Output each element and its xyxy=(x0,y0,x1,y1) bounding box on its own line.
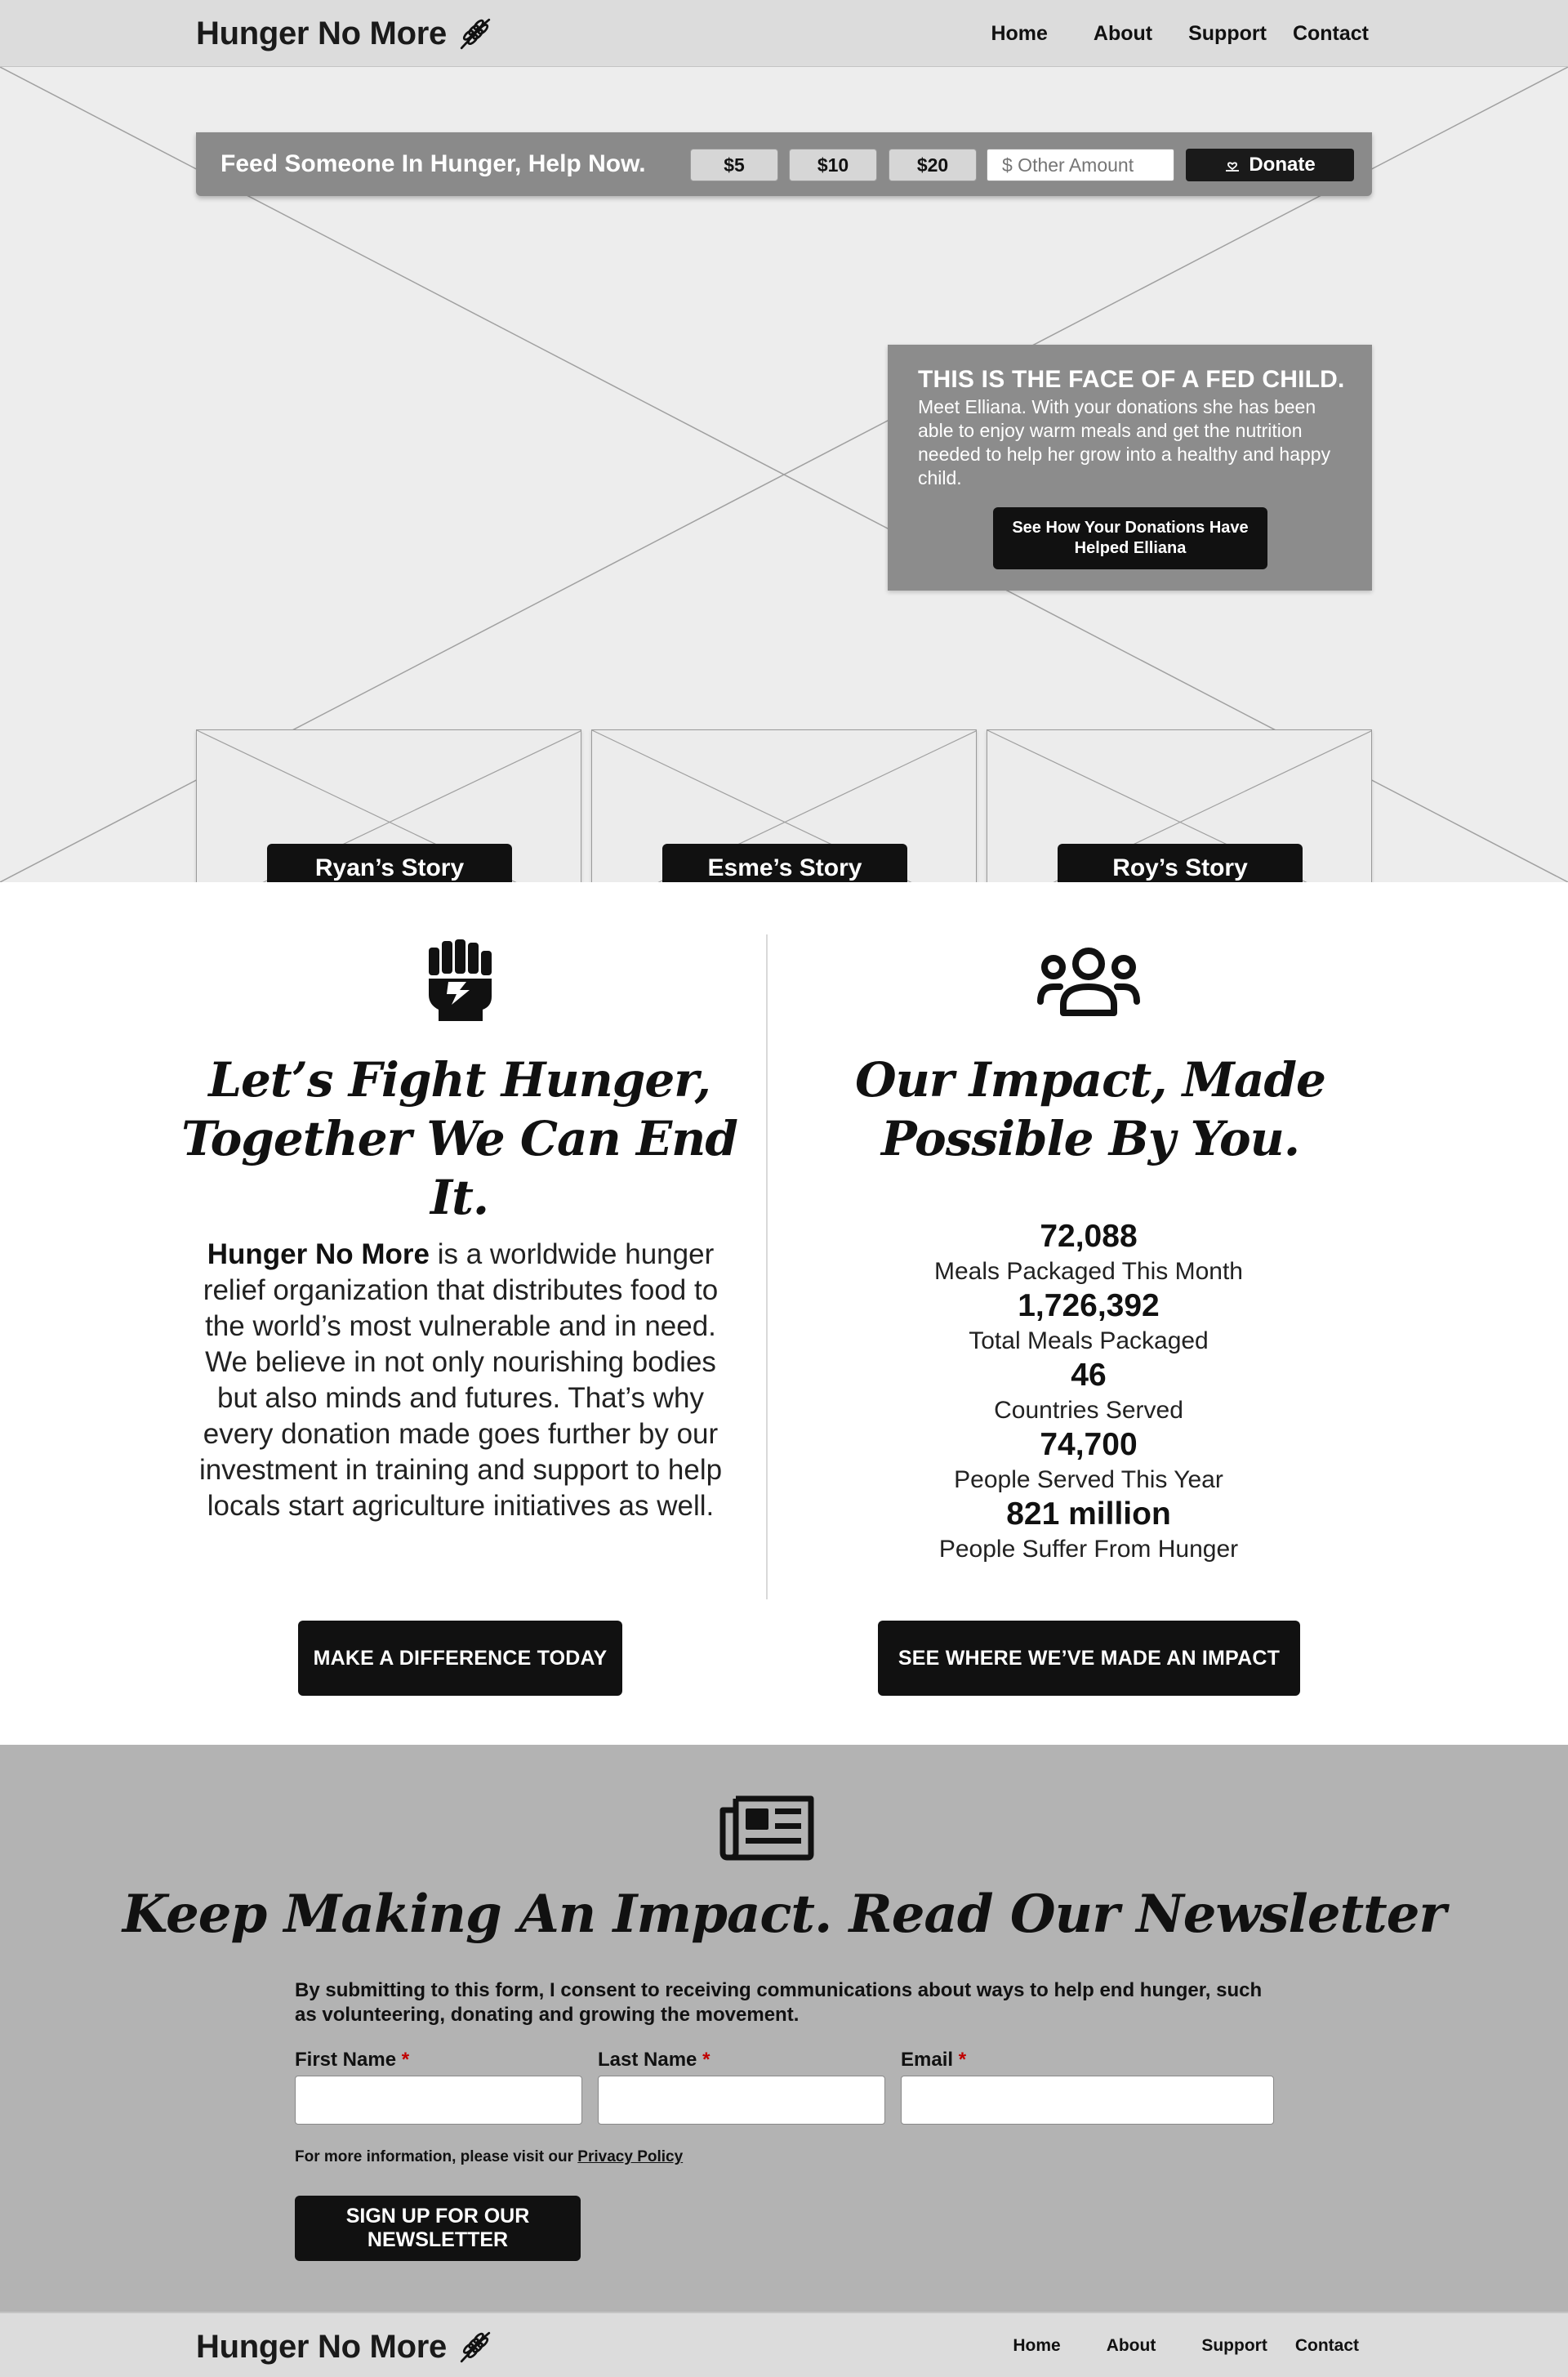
wheat-icon xyxy=(460,2331,491,2363)
about-body-text: is a worldwide hunger relief organizatio… xyxy=(198,1238,723,1522)
donate-button-label: Donate xyxy=(1249,154,1316,176)
required-mark: * xyxy=(958,2049,967,2071)
footer: Hunger No More Home About Support Contac… xyxy=(0,2312,1568,2377)
story-card-esme[interactable]: Esme’s Story xyxy=(591,729,977,882)
stat-value: 821 million xyxy=(1006,1496,1171,1532)
featured-story-card: THIS IS THE FACE OF A FED CHILD. Meet El… xyxy=(888,345,1372,591)
footer-brand-name[interactable]: Hunger No More xyxy=(196,2329,447,2366)
privacy-note: For more information, please visit our P… xyxy=(295,2148,683,2166)
fight-hunger-heading: Let’s Fight Hunger, Together We Can End … xyxy=(181,1052,738,1225)
stat-label: Countries Served xyxy=(994,1397,1183,1424)
people-group-icon xyxy=(1037,948,1140,1016)
top-navigation-bar: Hunger No More Home About Support Contac… xyxy=(0,0,1568,67)
privacy-prefix: For more information, please visit our xyxy=(295,2148,578,2165)
ryan-story-button[interactable]: Ryan’s Story xyxy=(267,844,512,882)
brand-name[interactable]: Hunger No More xyxy=(196,16,447,52)
footer-about-link[interactable]: About xyxy=(1107,2336,1156,2356)
stat-value: 72,088 xyxy=(1040,1219,1138,1254)
nav-support-link[interactable]: Support xyxy=(1188,22,1267,46)
footer-brand-logo[interactable]: Hunger No More xyxy=(196,2325,492,2369)
first-name-label-text: First Name xyxy=(295,2049,397,2071)
mission-impact-section: Let’s Fight Hunger, Together We Can End … xyxy=(0,882,1568,1745)
featured-story-button[interactable]: See How Your Donations Have Helped Ellia… xyxy=(993,507,1267,569)
stat-label: People Suffer From Hunger xyxy=(938,1536,1239,1563)
wheat-icon xyxy=(460,18,491,50)
our-impact-heading: Our Impact, Made Possible By You. xyxy=(855,1052,1326,1166)
newspaper-icon xyxy=(719,1795,814,1861)
last-name-label-text: Last Name xyxy=(598,2049,697,2071)
nav-contact-link[interactable]: Contact xyxy=(1293,22,1369,46)
donate-tagline: Feed Someone In Hunger, Help Now. xyxy=(220,150,646,177)
email-label: Email * xyxy=(901,2049,966,2072)
amount-5-button[interactable]: $5 xyxy=(690,149,778,181)
consent-text: By submitting to this form, I consent to… xyxy=(295,1979,1263,2026)
other-amount-input[interactable] xyxy=(987,149,1174,181)
footer-nav: Home About Support Contact xyxy=(1013,2313,1359,2377)
impact-stats: 72,088 Meals Packaged This Month 1,726,3… xyxy=(844,1219,1334,1566)
story-card-ryan[interactable]: Ryan’s Story xyxy=(196,729,581,882)
brand-logo[interactable]: Hunger No More xyxy=(196,11,492,56)
required-mark: * xyxy=(401,2049,410,2071)
footer-contact-link[interactable]: Contact xyxy=(1295,2336,1359,2356)
stat-value: 46 xyxy=(1071,1358,1107,1393)
see-impact-button[interactable]: SEE WHERE WE’VE MADE AN IMPACT xyxy=(878,1621,1300,1696)
stat-value: 1,726,392 xyxy=(1018,1288,1160,1323)
footer-home-link[interactable]: Home xyxy=(1013,2336,1060,2356)
privacy-policy-link[interactable]: Privacy Policy xyxy=(577,2148,683,2165)
first-name-label: First Name * xyxy=(295,2049,409,2072)
quick-donate-bar: Feed Someone In Hunger, Help Now. $5 $10… xyxy=(196,132,1372,196)
hero-section: Feed Someone In Hunger, Help Now. $5 $10… xyxy=(0,67,1568,882)
stat-label: Total Meals Packaged xyxy=(969,1327,1209,1354)
esme-story-button[interactable]: Esme’s Story xyxy=(662,844,907,882)
newsletter-signup-button[interactable]: SIGN UP FOR OUR NEWSLETTER xyxy=(295,2196,581,2261)
about-paragraph: Hunger No More is a worldwide hunger rel… xyxy=(188,1237,733,1524)
roy-story-button[interactable]: Roy’s Story xyxy=(1058,844,1303,882)
last-name-input[interactable] xyxy=(598,2076,885,2125)
newsletter-section: Keep Making An Impact. Read Our Newslett… xyxy=(0,1745,1568,2312)
make-difference-button[interactable]: MAKE A DIFFERENCE TODAY xyxy=(298,1621,622,1696)
story-card-roy[interactable]: Roy’s Story xyxy=(987,729,1372,882)
hand-heart-icon xyxy=(1226,162,1240,172)
featured-title: THIS IS THE FACE OF A FED CHILD. xyxy=(918,366,1345,393)
stat-value: 74,700 xyxy=(1040,1427,1138,1462)
email-input[interactable] xyxy=(901,2076,1274,2125)
email-label-text: Email xyxy=(901,2049,954,2071)
newsletter-heading: Keep Making An Impact. Read Our Newslett… xyxy=(122,1884,1446,1945)
main-nav: Home About Support Contact xyxy=(991,0,1369,67)
featured-body: Meet Elliana. With your donations she ha… xyxy=(918,396,1331,488)
amount-10-button[interactable]: $10 xyxy=(789,149,877,181)
donate-button[interactable]: Donate xyxy=(1186,149,1354,181)
stat-label: People Served This Year xyxy=(954,1466,1223,1493)
stat-label: Meals Packaged This Month xyxy=(934,1258,1243,1285)
raised-fist-icon xyxy=(429,939,492,1021)
amount-20-button[interactable]: $20 xyxy=(889,149,977,181)
first-name-input[interactable] xyxy=(295,2076,582,2125)
last-name-label: Last Name * xyxy=(598,2049,710,2072)
nav-home-link[interactable]: Home xyxy=(991,22,1047,46)
nav-about-link[interactable]: About xyxy=(1094,22,1152,46)
column-divider xyxy=(766,934,768,1599)
footer-support-link[interactable]: Support xyxy=(1201,2336,1267,2356)
about-brand-name: Hunger No More xyxy=(207,1238,430,1270)
required-mark: * xyxy=(702,2049,710,2071)
